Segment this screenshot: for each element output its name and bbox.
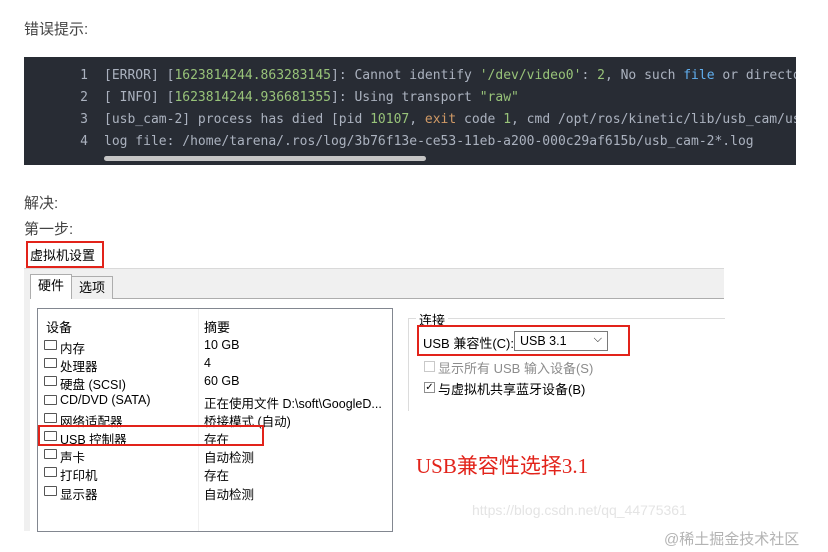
sound-card-icon bbox=[44, 449, 57, 460]
code-token: 1623814244.936681355 bbox=[174, 90, 331, 105]
code-line-number: 2 bbox=[80, 90, 88, 105]
code-line-number: 4 bbox=[80, 134, 88, 149]
usb-controller-highlight bbox=[38, 425, 264, 446]
code-token: exit bbox=[424, 112, 457, 127]
device-name: 内存 bbox=[60, 342, 86, 356]
printer-icon bbox=[44, 467, 57, 478]
code-block: 1 [ERROR] [1623814244.863283145]: Cannot … bbox=[24, 57, 796, 165]
device-row[interactable]: 显示器 自动检测 bbox=[38, 483, 392, 502]
code-line: [usb_cam-2] process has died [pid 10107,… bbox=[104, 112, 796, 127]
show-all-usb-label: 显示所有 USB 输入设备(S) bbox=[438, 361, 594, 376]
device-row[interactable]: 内存 10 GB bbox=[38, 337, 392, 356]
step1-heading: 第一步: bbox=[24, 221, 74, 238]
code-token: 1 bbox=[503, 112, 512, 127]
annotation-text: USB兼容性选择3.1 bbox=[416, 454, 589, 478]
juejin-watermark: @稀土掘金技术社区 bbox=[664, 531, 800, 548]
code-line: log file: /home/tarena/.ros/log/3b76f13e… bbox=[104, 134, 754, 149]
device-row[interactable]: 硬盘 (SCSI) 60 GB bbox=[38, 373, 392, 393]
summary-column-header[interactable]: 摘要 bbox=[204, 317, 230, 336]
code-token: 1623814244.863283145 bbox=[174, 68, 331, 83]
code-line: [ INFO] [1623814244.936681355]: Using tr… bbox=[104, 90, 519, 105]
share-bluetooth-label: 与虚拟机共享蓝牙设备(B) bbox=[438, 382, 586, 397]
device-name: 声卡 bbox=[60, 451, 86, 466]
device-name: CD/DVD (SATA) bbox=[60, 392, 151, 407]
code-token: ]: Using transport bbox=[331, 90, 480, 105]
device-name: 打印机 bbox=[60, 469, 98, 484]
tab-hardware[interactable]: 硬件 bbox=[30, 274, 72, 299]
code-token: 10107 bbox=[370, 112, 410, 127]
device-summary: 4 bbox=[204, 356, 211, 371]
cd-dvd-icon bbox=[44, 394, 57, 405]
code-token: code bbox=[456, 112, 504, 127]
usb-compat-highlight bbox=[417, 325, 630, 356]
device-summary: 正在使用文件 D:\soft\GoogleD... bbox=[204, 396, 382, 411]
code-token: ]: Cannot identify bbox=[331, 68, 480, 83]
code-token: : bbox=[581, 68, 598, 83]
code-line: [ERROR] [1623814244.863283145]: Cannot i… bbox=[104, 68, 796, 83]
code-token: [usb_cam-2] process has died [pid bbox=[104, 112, 371, 127]
device-row[interactable]: CD/DVD (SATA) 正在使用文件 D:\soft\GoogleD... bbox=[38, 392, 392, 411]
cpu-icon bbox=[44, 358, 57, 369]
device-row[interactable]: 声卡 自动检测 bbox=[38, 446, 392, 466]
code-scrollbar[interactable] bbox=[104, 156, 426, 161]
device-name: 处理器 bbox=[60, 360, 98, 375]
solution-heading: 解决: bbox=[24, 195, 59, 212]
device-row[interactable]: 打印机 存在 bbox=[38, 464, 392, 484]
code-token: , No such bbox=[604, 68, 684, 83]
device-summary: 存在 bbox=[204, 469, 230, 484]
device-name: 硬盘 (SCSI) bbox=[60, 378, 126, 393]
memory-icon bbox=[44, 340, 57, 350]
code-token: '/dev/video0' bbox=[479, 68, 582, 83]
code-token: log file: /home/tarena/.ros/log/3b76f13e… bbox=[104, 134, 754, 149]
device-name: 显示器 bbox=[60, 487, 98, 502]
device-summary: 10 GB bbox=[204, 338, 240, 352]
error-heading: 错误提示: bbox=[24, 21, 89, 38]
device-summary: 自动检测 bbox=[204, 451, 255, 466]
network-adapter-icon bbox=[44, 412, 57, 423]
code-token: "raw" bbox=[479, 90, 519, 105]
tab-options[interactable]: 选项 bbox=[71, 276, 113, 299]
device-summary: 60 GB bbox=[204, 374, 240, 389]
code-token: , bbox=[409, 112, 425, 127]
device-list[interactable]: 设备 摘要 内存 10 GB 处理器 4 硬盘 (SCSI) 60 GB CD/DVD (S… bbox=[37, 308, 393, 532]
code-token: [ERROR] [ bbox=[104, 68, 175, 83]
hard-disk-icon bbox=[44, 376, 57, 387]
vm-settings-screenshot: 虚拟机设置 硬件 选项 设备 摘要 内存 10 GB 处理器 4 硬盘 (SCSI) 60… bbox=[24, 240, 725, 532]
show-all-usb-checkbox[interactable] bbox=[424, 361, 435, 372]
share-bluetooth-checkbox[interactable]: ✓ bbox=[424, 382, 435, 393]
display-icon bbox=[44, 485, 57, 496]
title-highlight bbox=[26, 241, 104, 268]
code-token: or directory bbox=[722, 68, 796, 83]
device-summary: 自动检测 bbox=[204, 487, 255, 502]
csdn-watermark: https://blog.csdn.net/qq_44775361 bbox=[472, 502, 687, 518]
code-line-number: 3 bbox=[80, 112, 88, 127]
code-token: file bbox=[683, 68, 715, 83]
code-token: , cmd /opt/ros/kinetic/lib/usb_cam/usb_ bbox=[511, 112, 796, 127]
code-token: [ INFO] [ bbox=[104, 90, 175, 105]
device-row[interactable]: 处理器 4 bbox=[38, 355, 392, 375]
device-column-header[interactable]: 设备 bbox=[46, 317, 72, 336]
code-token: 2 bbox=[597, 68, 605, 83]
code-line-number: 1 bbox=[80, 68, 88, 83]
